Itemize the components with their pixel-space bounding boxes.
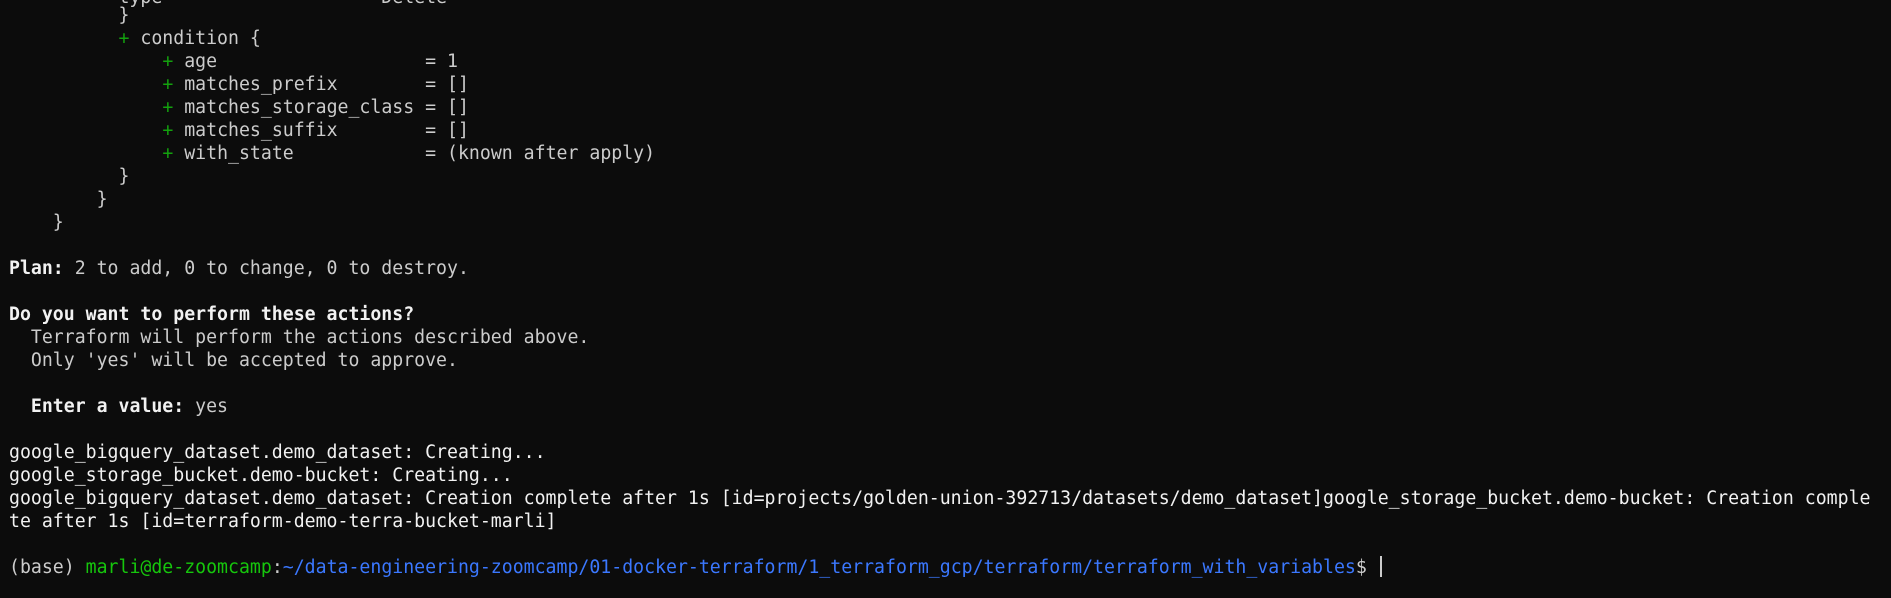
confirm-info-line: Only 'yes' will be accepted to approve. [9,350,458,371]
closing-brace: } [9,189,108,210]
closing-brace: } [9,5,130,26]
attribute-key: matches_prefix [184,74,415,95]
confirm-question: Do you want to perform these actions? [9,304,415,325]
attribute-value: = [] [425,74,469,95]
value-prompt-answer: yes [184,396,229,417]
attribute-value: = (known after apply) [425,143,656,164]
prompt-symbol: $ [1355,557,1378,578]
apply-output-line: google_bigquery_dataset.demo_dataset: Cr… [9,488,1871,509]
add-marker: + [162,51,174,72]
apply-output-line: te after 1s [id=terraform-demo-terra-buc… [9,511,557,532]
attribute-line: + age = 1 [9,50,458,73]
add-marker: + [118,28,130,49]
add-marker: + [162,143,174,164]
closing-brace: } [9,166,130,187]
confirm-info-line: Terraform will perform the actions descr… [9,327,590,348]
attribute-key: matches_storage_class [184,97,415,118]
attribute-line: + matches_suffix = [] [9,119,469,142]
attribute-key: age [184,51,415,72]
user-host: marli@de-zoomcamp [85,557,272,578]
attribute-line: + with_state = (known after apply) [9,142,655,165]
terminal-window[interactable]: type = "Delete" } + condition { + age = … [0,0,1891,598]
apply-output-line: google_storage_bucket.demo-bucket: Creat… [9,465,513,486]
closing-brace: } [9,212,64,233]
value-prompt-label: Enter a value: [9,396,185,417]
attribute-line: + matches_prefix = [] [9,73,469,96]
text-cursor [1379,556,1382,577]
plan-summary: Plan: 2 to add, 0 to change, 0 to destro… [9,257,469,280]
plan-summary-text: 2 to add, 0 to change, 0 to destroy. [63,258,469,279]
working-directory: ~/data-engineering-zoomcamp/01-docker-te… [282,557,1356,578]
value-prompt: Enter a value: yes [9,395,228,418]
condition-block-header: + condition { [9,27,261,50]
plan-label: Plan: [9,258,64,279]
attribute-line: + matches_storage_class = [] [9,96,469,119]
add-marker: + [162,97,174,118]
attribute-value: = [] [425,97,469,118]
conda-env: (base) [9,557,86,578]
condition-label: condition { [140,28,261,49]
add-marker: + [162,74,174,95]
attribute-value: = 1 [425,51,458,72]
apply-output-line: google_bigquery_dataset.demo_dataset: Cr… [9,442,546,463]
prompt-colon: : [271,557,283,578]
attribute-value: = [] [425,120,469,141]
attribute-key: matches_suffix [184,120,415,141]
shell-prompt[interactable]: (base) marli@de-zoomcamp:~/data-engineer… [9,556,1382,579]
add-marker: + [162,120,174,141]
attribute-key: with_state [184,143,415,164]
